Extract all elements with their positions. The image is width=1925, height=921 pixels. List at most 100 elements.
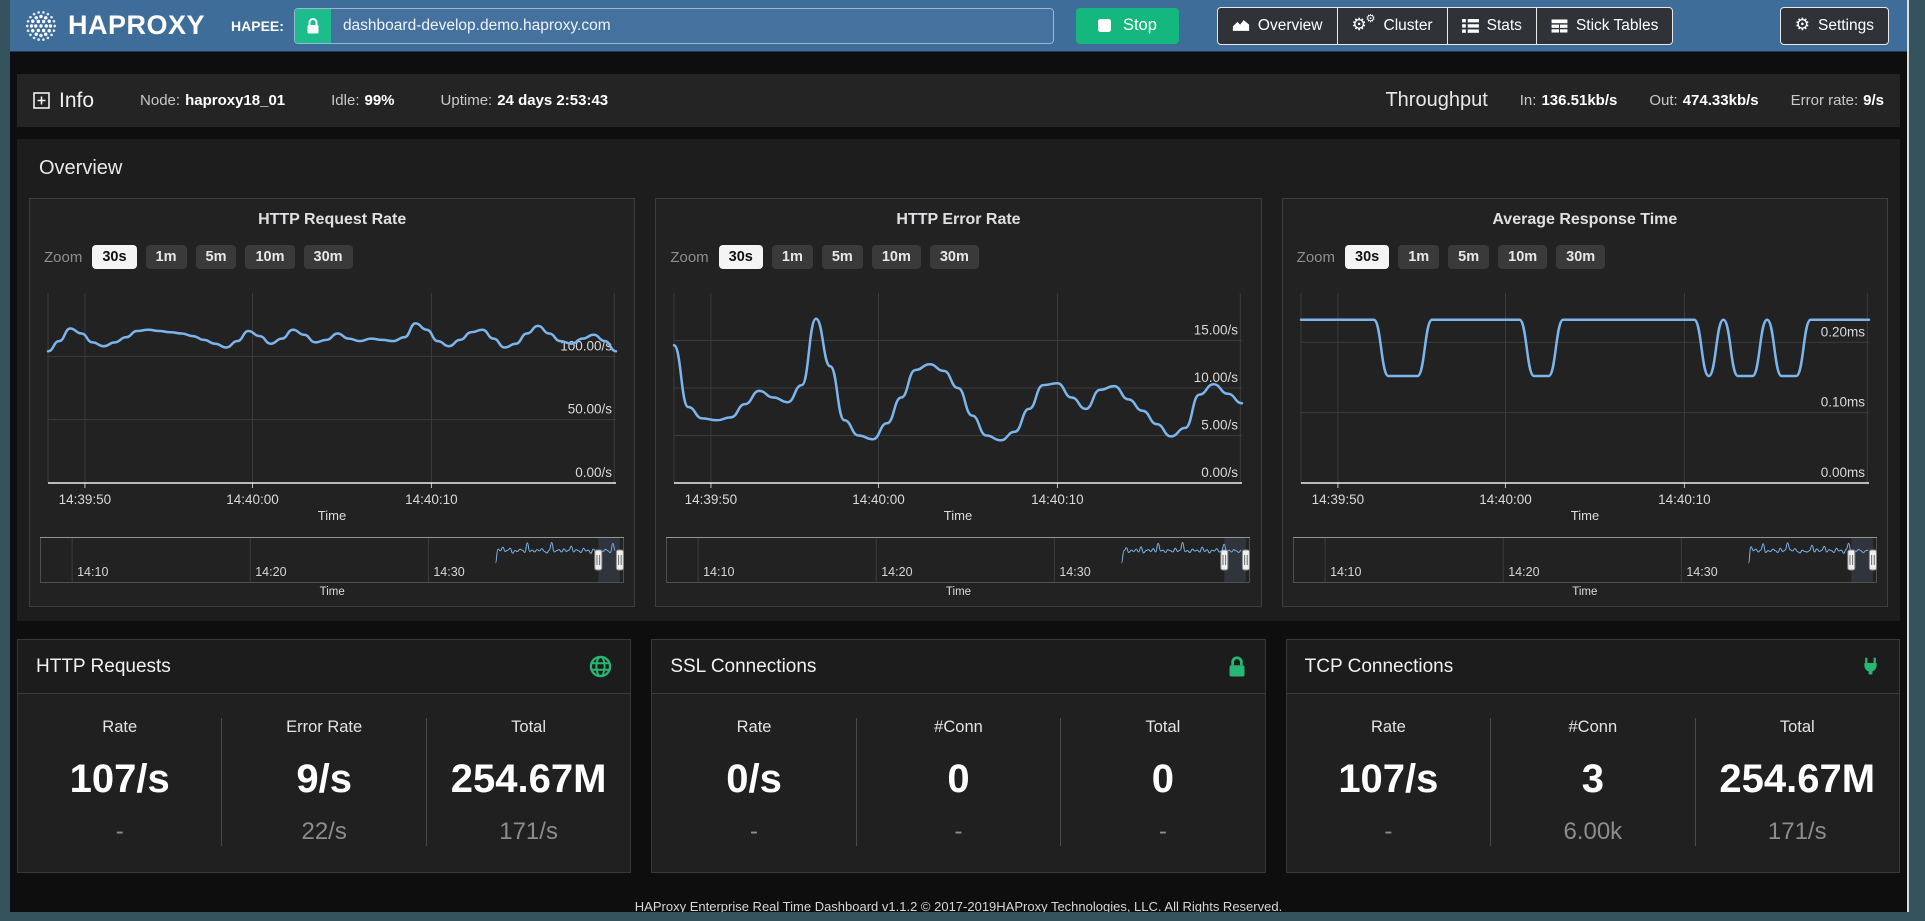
card-ssl-connections: SSL Connections Rate 0/s - #Conn 0 - (651, 639, 1265, 873)
zoom-label: Zoom (670, 249, 708, 266)
section-title: Overview (39, 157, 1888, 180)
zoom-10m-button[interactable]: 10m (245, 245, 294, 269)
stat-total: Total 254.67M 171/s (1695, 718, 1899, 846)
card-title: HTTP Requests (36, 656, 171, 678)
top-navbar: HAPROXY HAPEE: Stop Overview (10, 0, 1907, 52)
zoom-5m-button[interactable]: 5m (822, 245, 863, 269)
dashboard-page: HAPROXY HAPEE: Stop Overview (10, 0, 1909, 912)
navigator-svg: 14:10 14:20 14:30 (40, 537, 624, 583)
svg-text:14:39:50: 14:39:50 (59, 492, 112, 507)
navigator-chart[interactable]: 14:1014:2014:30 (1293, 537, 1877, 583)
svg-text:0.00/s: 0.00/s (575, 465, 612, 480)
svg-text:Time: Time (944, 508, 972, 523)
svg-text:14:40:10: 14:40:10 (1031, 492, 1084, 507)
tab-overview-label: Overview (1258, 17, 1323, 35)
chart-panel-http-error-rate: HTTP Error Rate Zoom 30s1m5m10m30m 14:39… (655, 198, 1261, 607)
stat-total: Total 254.67M 171/s (426, 718, 630, 846)
zoom-1m-button[interactable]: 1m (1398, 245, 1439, 269)
navigator-handle[interactable] (1869, 550, 1876, 570)
navigator-handle[interactable] (616, 550, 623, 570)
main-chart[interactable]: 14:39:5014:40:0014:40:10100.00/s50.00/s0… (40, 287, 624, 525)
throughput-out: Out:474.33kb/s (1649, 92, 1758, 109)
chart-panel-http-request-rate: HTTP Request Rate Zoom 30s1m5m10m30m 14:… (29, 198, 635, 607)
svg-text:14:10: 14:10 (77, 565, 108, 579)
navigator-chart[interactable]: 14:10 14:20 14:30 (40, 537, 624, 583)
url-input[interactable] (331, 9, 1053, 43)
stat-rate: Rate 107/s - (18, 718, 221, 846)
grid-table-icon (1551, 19, 1568, 33)
svg-text:14:30: 14:30 (1686, 565, 1717, 579)
navigator-handle[interactable] (1221, 550, 1228, 570)
stop-button[interactable]: Stop (1076, 8, 1179, 44)
card-http-requests: HTTP Requests Rate 107/s - Error Rate 9/… (17, 639, 631, 873)
navigator-handle[interactable] (1847, 550, 1854, 570)
card-tcp-connections: TCP Connections Rate 107/s - #Conn 3 6.0… (1286, 639, 1900, 873)
zoom-10m-button[interactable]: 10m (872, 245, 921, 269)
navigator-axis-title: Time (666, 586, 1250, 598)
globe-icon (589, 655, 612, 678)
uptime-stat: Uptime:24 days 2:53:43 (441, 92, 609, 109)
zoom-30s-button[interactable]: 30s (1345, 245, 1389, 269)
list-table-icon (1462, 19, 1479, 33)
zoom-1m-button[interactable]: 1m (146, 245, 187, 269)
navigator-axis-title: Time (1293, 586, 1877, 598)
zoom-controls: Zoom 30s 1m 5m 10m 30m (1297, 245, 1877, 269)
tab-cluster[interactable]: ⚙⚙ Cluster (1337, 7, 1448, 45)
area-chart-icon (1232, 18, 1250, 33)
card-header: TCP Connections (1287, 640, 1899, 694)
svg-text:14:30: 14:30 (433, 565, 464, 579)
svg-text:14:20: 14:20 (255, 565, 286, 579)
svg-text:14:40:00: 14:40:00 (1479, 492, 1532, 507)
navigator-chart[interactable]: 14:1014:2014:30 (666, 537, 1250, 583)
haproxy-logo-icon (22, 7, 60, 45)
svg-text:0.20ms: 0.20ms (1820, 324, 1865, 339)
info-toggle[interactable]: Info (33, 89, 94, 113)
zoom-30m-button[interactable]: 30m (930, 245, 979, 269)
throughput-in: In:136.51kb/s (1520, 92, 1618, 109)
tab-overview[interactable]: Overview (1217, 7, 1338, 45)
zoom-30s-button[interactable]: 30s (92, 245, 136, 269)
main-chart[interactable]: 14:39:5014:40:0014:40:100.20ms0.10ms0.00… (1293, 287, 1877, 525)
svg-text:15.00/s: 15.00/s (1194, 323, 1239, 338)
card-header: HTTP Requests (18, 640, 630, 694)
idle-stat: Idle:99% (331, 92, 394, 109)
plug-icon (1860, 655, 1881, 678)
stat-conn: #Conn 3 6.00k (1490, 718, 1694, 846)
zoom-5m-button[interactable]: 5m (196, 245, 237, 269)
zoom-5m-button[interactable]: 5m (1448, 245, 1489, 269)
svg-text:14:39:50: 14:39:50 (685, 492, 738, 507)
charts-row: HTTP Request Rate Zoom 30s1m5m10m30m 14:… (29, 198, 1888, 607)
svg-text:14:10: 14:10 (1330, 565, 1361, 579)
zoom-30s-button[interactable]: 30s (719, 245, 763, 269)
zoom-buttons: 30s 1m 5m 10m 30m (1345, 245, 1605, 269)
navigator-handle[interactable] (1243, 550, 1250, 570)
zoom-label: Zoom (1297, 249, 1335, 266)
navigator-handle[interactable] (595, 550, 602, 570)
zoom-30m-button[interactable]: 30m (304, 245, 353, 269)
svg-text:Time: Time (318, 508, 346, 523)
tab-stick-tables[interactable]: Stick Tables (1536, 7, 1673, 45)
stat-rate: Rate 0/s - (652, 718, 855, 846)
tab-stats[interactable]: Stats (1447, 7, 1537, 45)
card-title: TCP Connections (1305, 656, 1454, 678)
tab-stats-label: Stats (1487, 17, 1522, 35)
stat-rate: Rate 107/s - (1287, 718, 1490, 846)
zoom-30m-button[interactable]: 30m (1556, 245, 1605, 269)
zoom-1m-button[interactable]: 1m (772, 245, 813, 269)
haproxy-brand[interactable]: HAPROXY (22, 7, 205, 45)
main-chart[interactable]: 14:39:5014:40:0014:40:1015.00/s10.00/s5.… (666, 287, 1250, 525)
settings-button[interactable]: ⚙ Settings (1780, 7, 1889, 45)
svg-text:14:40:00: 14:40:00 (226, 492, 279, 507)
stop-icon (1098, 19, 1111, 32)
throughput-title: Throughput (1385, 89, 1487, 112)
view-button-group: Overview ⚙⚙ Cluster Stats (1217, 7, 1673, 45)
card-body: Rate 107/s - Error Rate 9/s 22/s Total 2… (18, 694, 630, 872)
zoom-label: Zoom (44, 249, 82, 266)
chart-plot-svg: 14:39:5014:40:0014:40:100.20ms0.10ms0.00… (1293, 287, 1877, 525)
zoom-controls: Zoom 30s 1m 5m 10m 30m (44, 245, 624, 269)
navigator-svg: 14:1014:2014:30 (666, 537, 1250, 583)
svg-text:14:30: 14:30 (1060, 565, 1091, 579)
zoom-10m-button[interactable]: 10m (1498, 245, 1547, 269)
node-stat: Node:haproxy18_01 (140, 92, 285, 109)
stat-total: Total 0 - (1060, 718, 1264, 846)
